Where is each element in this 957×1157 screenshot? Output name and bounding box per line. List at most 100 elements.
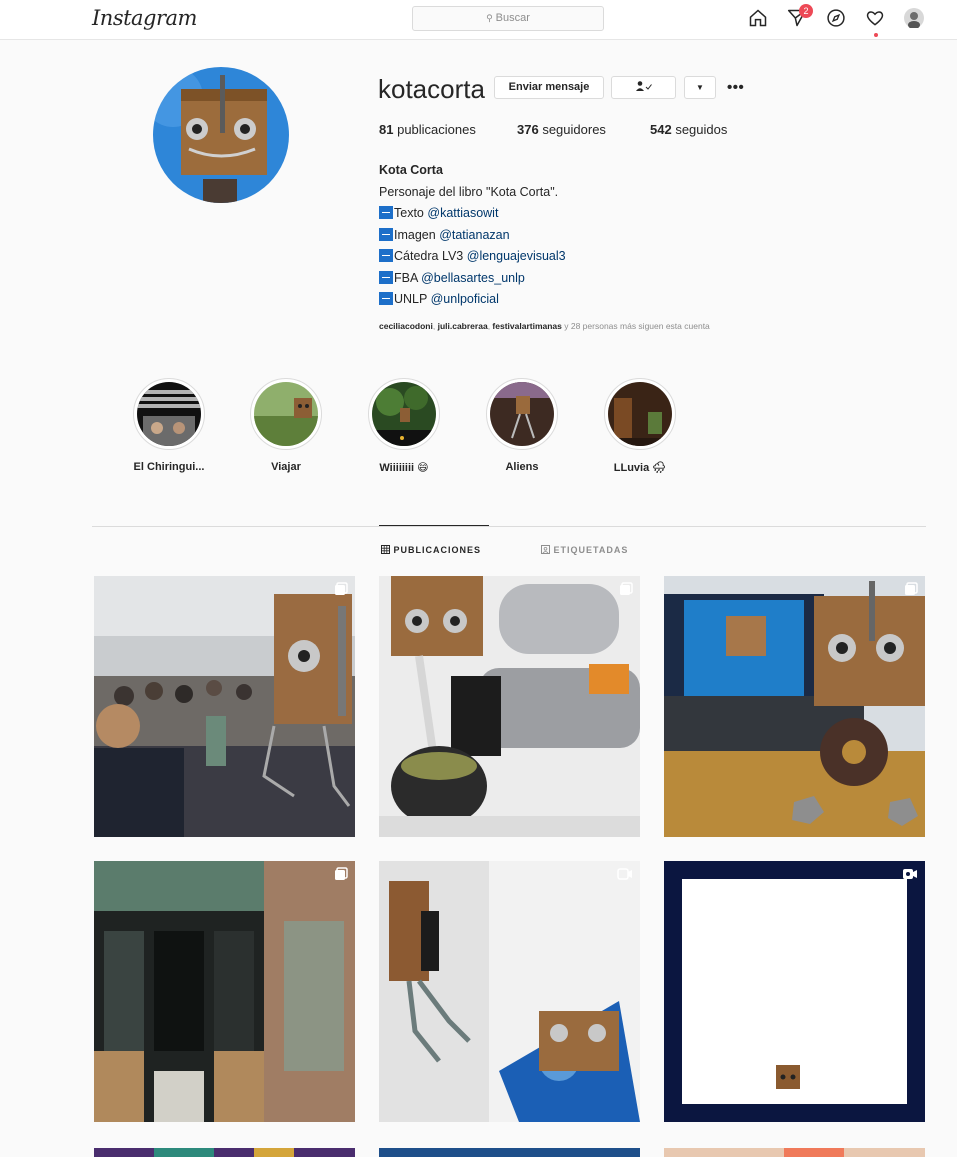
video-icon: [902, 867, 918, 885]
multiple-photos-icon: [334, 867, 348, 886]
post-thumbnail[interactable]: [664, 861, 925, 1122]
bio-link-line: FBA @bellasartes_unlp: [379, 268, 566, 290]
profile-username: kotacorta: [378, 74, 485, 104]
top-navigation-bar: Instagram ⚲ Buscar 2: [0, 0, 957, 40]
highlight-ring: [250, 378, 322, 450]
send-message-button[interactable]: Enviar mensaje: [494, 76, 604, 99]
explore-icon[interactable]: [826, 8, 848, 30]
search-icon: ⚲: [486, 13, 493, 23]
post-thumbnail[interactable]: [94, 576, 355, 837]
bio-link-line: Imagen @tatianazan: [379, 225, 566, 247]
direct-messages-icon[interactable]: 2: [787, 4, 813, 30]
post-thumbnail[interactable]: [379, 1146, 640, 1157]
highlight-cover: [137, 382, 201, 446]
bio-link-prefix: FBA: [394, 270, 418, 285]
highlight-cover: [608, 382, 672, 446]
following-button[interactable]: [611, 76, 676, 99]
following-count[interactable]: 542 seguidos: [650, 122, 727, 137]
more-options-icon[interactable]: •••: [727, 79, 744, 96]
highlight-ring: [604, 378, 676, 450]
followers-number: 376: [517, 122, 539, 137]
person-check-icon: [635, 81, 652, 93]
followers-label: seguidores: [542, 122, 606, 137]
suggested-dropdown-button[interactable]: ▼: [684, 76, 716, 99]
mention-link[interactable]: @lenguajevisual3: [467, 249, 566, 263]
highlight-label: Viajar: [271, 461, 301, 473]
post-thumbnail[interactable]: [664, 576, 925, 837]
post-thumbnail[interactable]: [94, 1146, 355, 1157]
posts-label: publicaciones: [397, 122, 476, 137]
arrow-emoji-icon: [379, 292, 393, 305]
highlight-label: El Chiringui...: [133, 461, 205, 473]
highlight-label: Aliens: [505, 461, 539, 473]
bio-link-line: UNLP @unlpoficial: [379, 289, 566, 311]
mention-link[interactable]: @kattiasowit: [427, 206, 498, 220]
bio-link-line: Cátedra LV3 @lenguajevisual3: [379, 246, 566, 268]
following-label: seguidos: [675, 122, 728, 137]
profile-picture[interactable]: [153, 67, 289, 203]
arrow-emoji-icon: [379, 249, 393, 262]
highlight-ring: [133, 378, 205, 450]
followers-count[interactable]: 376 seguidores: [517, 122, 606, 137]
mention-link[interactable]: @bellasartes_unlp: [421, 271, 525, 285]
highlight-ring: [486, 378, 558, 450]
story-highlight[interactable]: Viajar: [241, 378, 331, 473]
highlight-ring: [368, 378, 440, 450]
profile-tabs-divider: [92, 526, 926, 527]
tagged-icon: [541, 545, 554, 555]
arrow-emoji-icon: [379, 206, 393, 219]
profile-avatar-icon[interactable]: [904, 8, 926, 30]
following-number: 542: [650, 122, 672, 137]
bio-link-prefix: UNLP: [394, 292, 428, 306]
highlight-label: LLuvia 🌧: [613, 462, 667, 474]
highlight-cover: [372, 382, 436, 446]
followed-by-text[interactable]: ceciliacodoni, juli.cabreraa, festivalar…: [379, 321, 710, 331]
story-highlight[interactable]: Wiiiiiiii 😄: [359, 378, 449, 474]
bio-link-prefix: Texto: [394, 206, 424, 220]
highlight-cover: [254, 382, 318, 446]
caret-down-icon: ▼: [696, 83, 704, 92]
activity-heart-icon[interactable]: [865, 8, 887, 37]
multiple-photos-icon: [904, 582, 918, 601]
story-highlight[interactable]: LLuvia 🌧: [595, 378, 685, 474]
home-icon[interactable]: [748, 8, 770, 30]
grid-icon: [381, 545, 394, 555]
post-thumbnail[interactable]: [94, 861, 355, 1122]
mention-link[interactable]: @tatianazan: [439, 228, 509, 242]
follower-name[interactable]: festivalartimanas: [492, 321, 561, 331]
story-highlight[interactable]: El Chiringui...: [124, 378, 214, 473]
post-thumbnail[interactable]: [379, 576, 640, 837]
search-input[interactable]: ⚲ Buscar: [412, 6, 604, 31]
video-icon: [617, 867, 633, 885]
bio-description: Personaje del libro "Kota Corta".: [379, 184, 559, 199]
post-thumbnail[interactable]: [379, 861, 640, 1122]
bio-link-prefix: Cátedra LV3: [394, 249, 464, 263]
multiple-photos-icon: [619, 582, 633, 601]
post-thumbnail[interactable]: [664, 1146, 925, 1157]
bio-link-prefix: Imagen: [394, 227, 436, 242]
search-placeholder: Buscar: [495, 12, 530, 24]
arrow-emoji-icon: [379, 227, 393, 241]
tab-tagged-label: ETIQUETADAS: [553, 545, 629, 555]
profile-full-name: Kota Corta: [379, 163, 443, 177]
activity-dot: [874, 33, 878, 37]
instagram-logo[interactable]: Instagram: [92, 6, 197, 30]
highlight-label: Wiiiiiiii 😄: [379, 462, 429, 474]
posts-number: 81: [379, 122, 394, 137]
profile-bio: Kota Corta Personaje del libro "Kota Cor…: [379, 160, 566, 311]
tab-posts-label: PUBLICACIONES: [393, 545, 482, 555]
tab-tagged[interactable]: ETIQUETADAS: [541, 545, 628, 555]
story-highlight[interactable]: Aliens: [477, 378, 567, 473]
follower-name[interactable]: juli.cabreraa: [438, 321, 488, 331]
arrow-emoji-icon: [379, 270, 393, 284]
highlight-cover: [490, 382, 554, 446]
tab-posts[interactable]: PUBLICACIONES: [381, 545, 481, 555]
mention-link[interactable]: @unlpoficial: [431, 292, 499, 306]
bio-link-line: Texto @kattiasowit: [379, 203, 566, 225]
followed-by-rest: y 28 personas más siguen esta cuenta: [564, 321, 710, 331]
posts-count: 81 publicaciones: [379, 122, 476, 137]
multiple-photos-icon: [334, 582, 348, 601]
follower-name[interactable]: ceciliacodoni: [379, 321, 433, 331]
active-tab-indicator: [379, 525, 489, 526]
notification-badge: 2: [799, 4, 813, 18]
